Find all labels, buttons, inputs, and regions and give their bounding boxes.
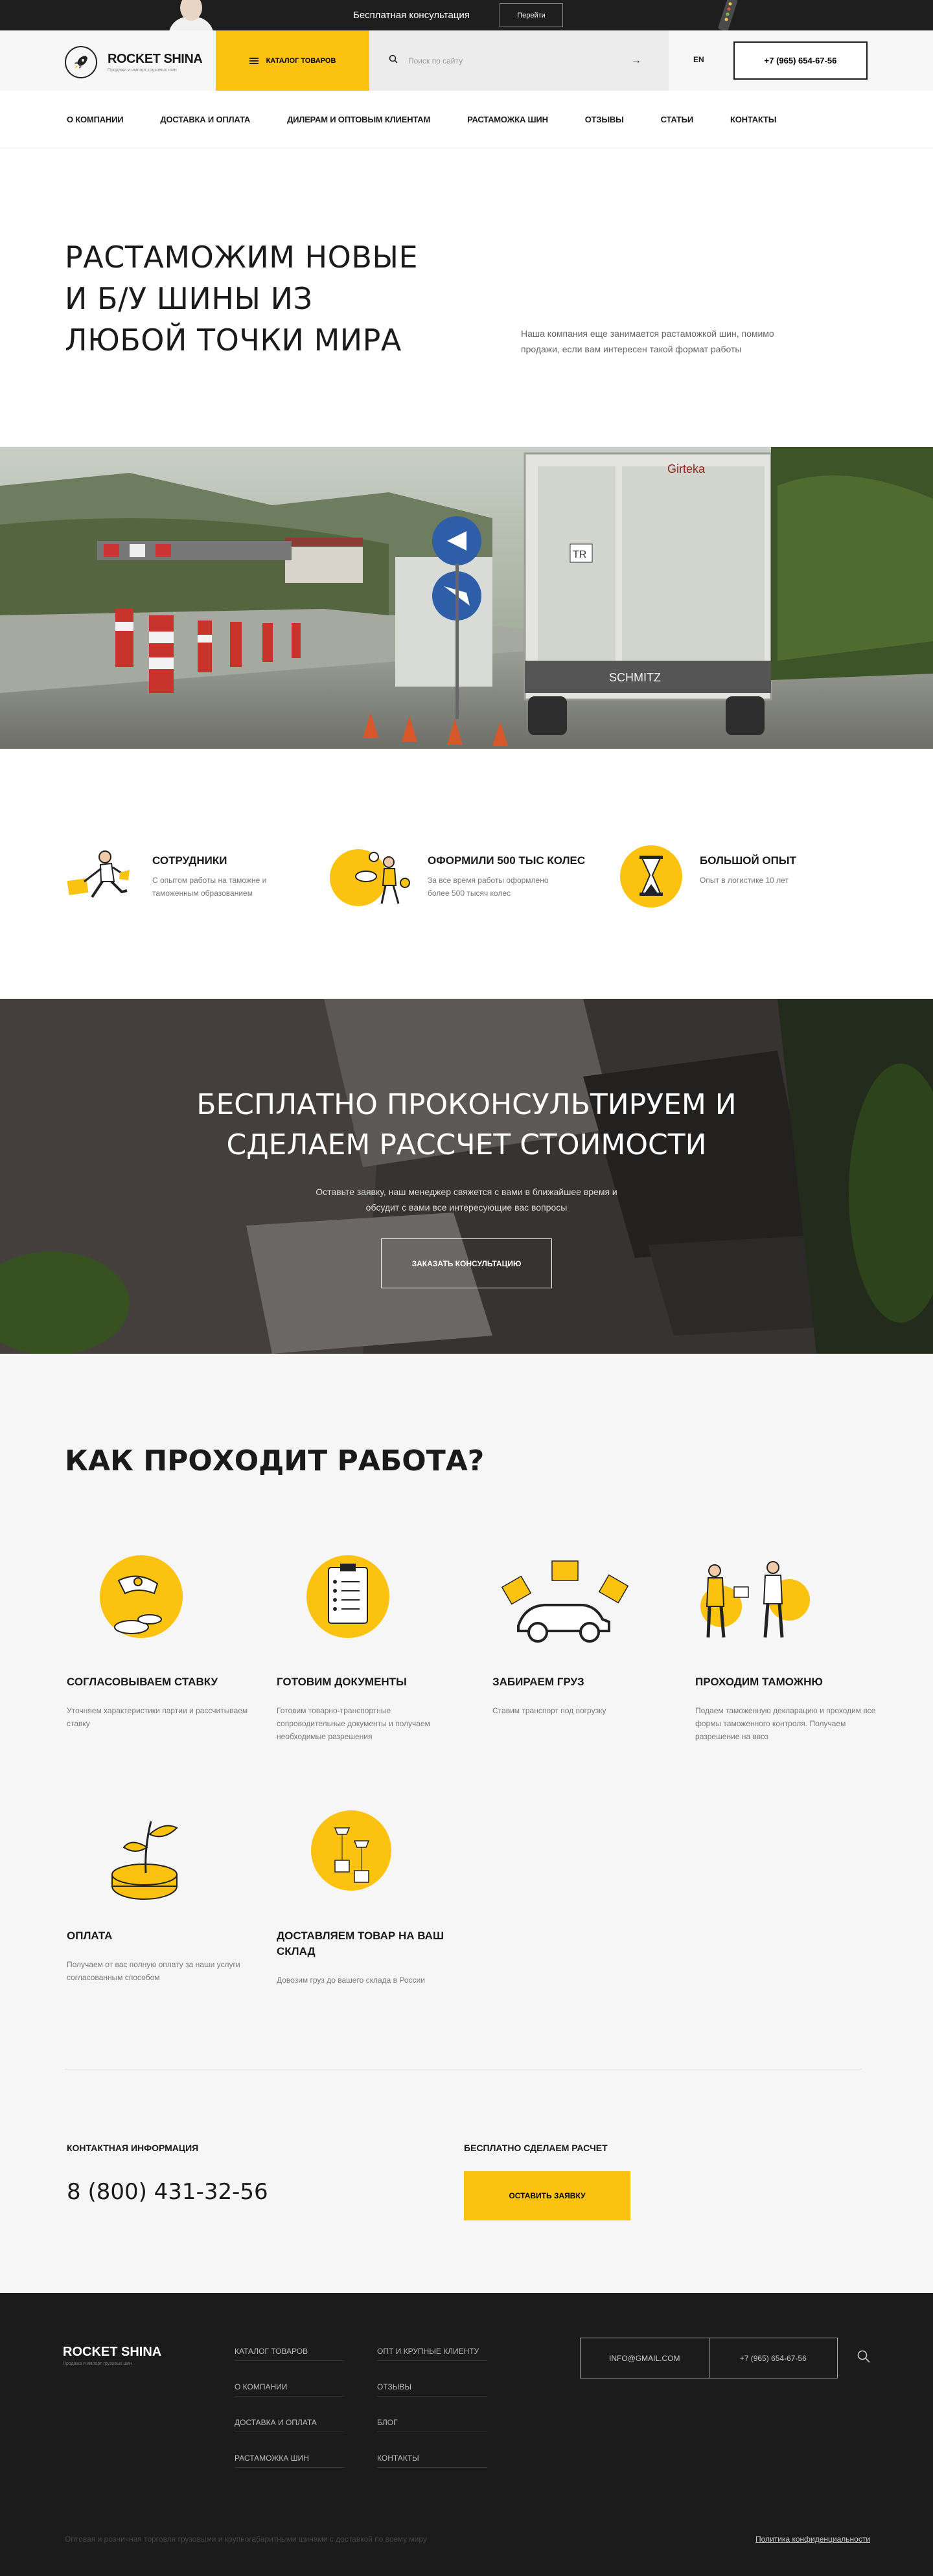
customs-officers-icon [695,1555,877,1665]
promo-text: Бесплатная консультация [353,10,470,21]
search-bar: → [369,30,669,91]
nav-item-contacts[interactable]: КОНТАКТЫ [730,115,776,124]
nav-item-customs[interactable]: РАСТАМОЖКА ШИН [467,115,548,124]
step-description: Довозим груз до вашего склада в России [277,1976,425,1985]
step-documents: ГОТОВИМ ДОКУМЕНТЫ Готовим товарно-трансп… [277,1555,458,1743]
rocket-icon [65,46,97,78]
air-delivery-icon [277,1808,458,1919]
step-description: Уточняем характеристики партии и рассчит… [67,1706,248,1728]
clipboard-icon [277,1555,458,1665]
step-payment: ОПЛАТА Получаем от вас полную оплату за … [67,1808,248,1984]
footer-link-contacts[interactable]: КОНТАКТЫ [377,2452,487,2468]
footer-link-catalog[interactable]: КАТАЛОГ ТОВАРОВ [235,2345,345,2361]
coin-plant-icon [67,1808,248,1919]
footer-links-primary: КАТАЛОГ ТОВАРОВ О КОМПАНИИ ДОСТАВКА И ОП… [235,2345,345,2487]
leave-request-button[interactable]: ОСТАВИТЬ ЗАЯВКУ [464,2171,630,2220]
step-title: ГОТОВИМ ДОКУМЕНТЫ [277,1676,407,1688]
coins-delivery-icon [327,844,410,909]
stat-title: ОФОРМИЛИ 500 ТЫС КОЛЕС [428,854,586,867]
logo-name: ROCKET SHINA [108,52,203,66]
process-title: КАК ПРОХОДИТ РАБОТА? [65,1444,485,1477]
nav-item-about[interactable]: О КОМПАНИИ [67,115,124,124]
stat-wheels: ОФОРМИЛИ 500 ТЫС КОЛЕС За все время рабо… [327,844,585,909]
stat-experience: БОЛЬШОЙ ОПЫТ Опыт в логистике 10 лет [619,844,836,909]
menu-icon [249,57,259,64]
language-switch[interactable]: EN [693,55,704,64]
consultation-banner: БЕСПЛАТНО ПРОКОНСУЛЬТИРУЕМ И СДЕЛАЕМ РАС… [0,999,933,1354]
footer-link-customs[interactable]: РАСТАМОЖКА ШИН [235,2452,345,2468]
coins-hands-icon [67,1555,248,1665]
order-consultation-button[interactable]: ЗАКАЗАТЬ КОНСУЛЬТАЦИЮ [381,1238,552,1288]
step-rate: СОГЛАСОВЫВАЕМ СТАВКУ Уточняем характерис… [67,1555,248,1730]
svg-text:TR: TR [573,549,586,560]
running-courier-icon [65,844,136,909]
step-title: СОГЛАСОВЫВАЕМ СТАВКУ [67,1676,218,1688]
hero-description: Наша компания еще занимается растаможкой… [521,328,774,354]
footer-contact-box: INFO@GMAIL.COM +7 (965) 654-67-56 [580,2338,838,2378]
hourglass-icon [619,844,690,909]
step-pickup: ЗАБИРАЕМ ГРУЗ Ставим транспорт под погру… [492,1555,674,1717]
privacy-policy-link[interactable]: Политика конфиденциальности [755,2535,870,2544]
nav-item-dealers[interactable]: ДИЛЕРАМ И ОПТОВЫМ КЛИЕНТАМ [287,115,430,124]
footer-link-wholesale[interactable]: ОПТ И КРУПНЫЕ КЛИЕНТУ [377,2345,487,2361]
step-title: ОПЛАТА [67,1930,113,1942]
footer-logo[interactable]: ROCKET SHINA Продажа и импорт грузовых ш… [63,2345,161,2366]
search-icon[interactable] [857,2349,871,2367]
stat-employees: СОТРУДНИКИ С опытом работы на таможне и … [65,844,288,909]
main-nav: О КОМПАНИИ ДОСТАВКА И ОПЛАТА ДИЛЕРАМ И О… [0,91,933,148]
stat-description: С опытом работы на таможне и таможенным … [152,876,267,898]
footer-link-delivery[interactable]: ДОСТАВКА И ОПЛАТА [235,2416,345,2432]
contact-info-label: КОНТАКТНАЯ ИНФОРМАЦИЯ [67,2143,199,2153]
site-footer: ROCKET SHINA Продажа и импорт грузовых ш… [0,2293,933,2576]
process-section: КАК ПРОХОДИТ РАБОТА? СОГЛАСОВЫВАЕМ СТАВК… [0,1354,933,2293]
footer-email[interactable]: INFO@GMAIL.COM [581,2338,709,2378]
promo-person-image [162,0,220,30]
search-input[interactable] [408,47,623,74]
step-title: ЗАБИРАЕМ ГРУЗ [492,1676,584,1688]
step-description: Готовим товарно-транспортные сопроводите… [277,1706,430,1741]
footer-links-secondary: ОПТ И КРУПНЫЕ КЛИЕНТУ ОТЗЫВЫ БЛОГ КОНТАК… [377,2345,487,2487]
step-customs: ПРОХОДИМ ТАМОЖНЮ Подаем таможенную декла… [695,1555,877,1743]
car-parcels-icon [492,1555,674,1665]
laptop-work-photo [0,999,933,1354]
logo-tagline: Продажа и импорт грузовых шин [108,68,177,73]
promo-go-button[interactable]: Перейти [500,3,563,27]
truck-highway-photo: Girteka TR SCHMITZ [0,447,933,749]
consultation-description: Оставьте заявку, наш менеджер свяжется с… [316,1187,617,1213]
hero-title: РАСТАМОЖИМ НОВЫЕ И Б/У ШИНЫ ИЗ ЛЮБОЙ ТОЧ… [65,240,419,358]
svg-text:SCHMITZ: SCHMITZ [609,671,661,684]
stat-title: СОТРУДНИКИ [152,854,227,867]
site-header: ROCKET SHINA Продажа и импорт грузовых ш… [0,30,933,91]
nav-item-reviews[interactable]: ОТЗЫВЫ [585,115,624,124]
catalog-label: КАТАЛОГ ТОВАРОВ [266,56,336,65]
step-title: ПРОХОДИМ ТАМОЖНЮ [695,1676,823,1688]
promo-decoration [718,0,750,32]
consultation-title: БЕСПЛАТНО ПРОКОНСУЛЬТИРУЕМ И СДЕЛАЕМ РАС… [196,1088,737,1161]
step-description: Подаем таможенную декларацию и проходим … [695,1706,876,1741]
nav-item-articles[interactable]: СТАТЬИ [661,115,694,124]
stat-description: За все время работы оформлено более 500 … [428,876,549,898]
search-icon [389,54,398,67]
svg-text:Girteka: Girteka [667,462,706,475]
header-phone-button[interactable]: +7 (965) 654-67-56 [733,41,868,80]
catalog-button[interactable]: КАТАЛОГ ТОВАРОВ [216,30,369,91]
promo-bar: Бесплатная консультация Перейти [0,0,933,32]
arrow-right-icon[interactable]: → [623,55,649,67]
footer-copyright-text: Оптовая и розничная торговля грузовыми и… [65,2535,427,2544]
footer-link-about[interactable]: О КОМПАНИИ [235,2380,345,2397]
step-description: Получаем от вас полную оплату за наши ус… [67,1960,240,1982]
step-delivery: ДОСТАВЛЯЕМ ТОВАР НА ВАШ СКЛАД Довозим гр… [277,1808,458,1987]
site-logo[interactable]: ROCKET SHINA Продажа и импорт грузовых ш… [65,46,203,78]
stat-description: Опыт в логистике 10 лет [700,876,789,885]
step-title: ДОСТАВЛЯЕМ ТОВАР НА ВАШ СКЛАД [277,1930,444,1957]
footer-link-reviews[interactable]: ОТЗЫВЫ [377,2380,487,2397]
step-description: Ставим транспорт под погрузку [492,1706,606,1715]
nav-item-delivery[interactable]: ДОСТАВКА И ОПЛАТА [160,115,250,124]
stat-title: БОЛЬШОЙ ОПЫТ [700,854,796,867]
footer-link-blog[interactable]: БЛОГ [377,2416,487,2432]
footer-phone[interactable]: +7 (965) 654-67-56 [709,2338,838,2378]
contact-phone[interactable]: 8 (800) 431-32-56 [67,2179,268,2205]
free-calc-label: БЕСПЛАТНО СДЕЛАЕМ РАСЧЕТ [464,2143,608,2153]
